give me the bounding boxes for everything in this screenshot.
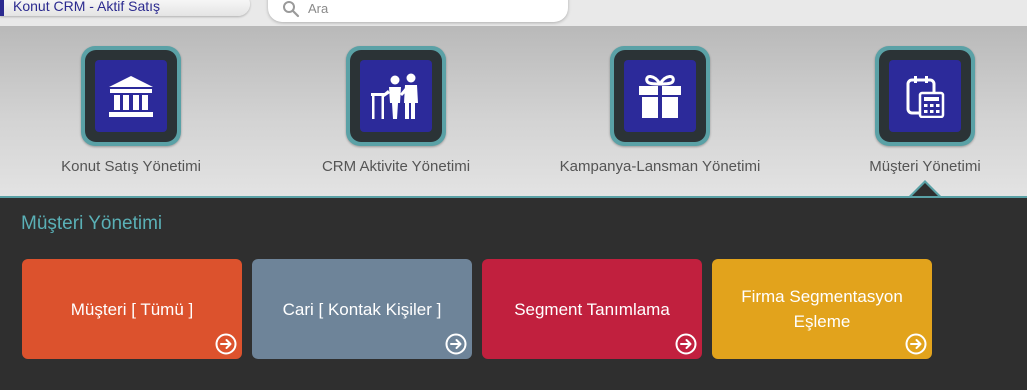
breadcrumb[interactable]: Konut CRM - Aktif Satış <box>0 0 250 16</box>
module-launcher: Konut Satış Yönetimi CRM Aktivite Yöneti… <box>0 26 1027 196</box>
card-label: Firma Segmentasyon Eşleme <box>741 287 903 331</box>
arrow-right-circle-icon[interactable] <box>215 333 237 355</box>
module-tile[interactable] <box>346 46 446 146</box>
module-tile[interactable] <box>610 46 710 146</box>
calculator-calendar-icon <box>906 76 945 118</box>
gift-box-icon <box>639 75 681 118</box>
arrow-right-circle-icon[interactable] <box>905 333 927 355</box>
bank-building-icon <box>109 76 153 117</box>
card-label: Müşteri [ Tümü ] <box>70 299 194 319</box>
module-konut-satis[interactable]: Konut Satış Yönetimi <box>1 46 261 186</box>
people-meeting-icon <box>371 73 418 119</box>
module-label: Müşteri Yönetimi <box>869 158 981 175</box>
submenu-panel: Müşteri Yönetimi Müşteri [ Tümü ] Cari [… <box>0 196 1027 390</box>
card-label: Segment Tanımlama <box>514 299 670 319</box>
card-label: Cari [ Kontak Kişiler ] <box>282 299 442 319</box>
module-kampanya-lansman[interactable]: Kampanya-Lansman Yönetimi <box>530 46 790 186</box>
panel-title: Müşteri Yönetimi <box>21 213 163 234</box>
search-input[interactable] <box>308 0 548 16</box>
module-musteri-yonetimi[interactable]: Müşteri Yönetimi <box>795 46 1027 186</box>
search-box[interactable] <box>268 0 568 22</box>
module-label: CRM Aktivite Yönetimi <box>321 158 471 175</box>
arrow-right-circle-icon[interactable] <box>445 333 467 355</box>
module-tile[interactable] <box>81 46 181 146</box>
arrow-right-circle-icon[interactable] <box>675 333 697 355</box>
card-segment-tanimlama[interactable]: Segment Tanımlama <box>482 259 702 359</box>
top-bar: Konut CRM - Aktif Satış <box>0 0 1027 26</box>
card-cari-kontak[interactable]: Cari [ Kontak Kişiler ] <box>252 259 472 359</box>
module-label: Konut Satış Yönetimi <box>61 158 201 175</box>
module-label: Kampanya-Lansman Yönetimi <box>559 158 761 175</box>
module-crm-aktivite[interactable]: CRM Aktivite Yönetimi <box>266 46 526 186</box>
card-musteri-tumu[interactable]: Müşteri [ Tümü ] <box>22 259 242 359</box>
breadcrumb-accent <box>0 0 4 16</box>
card-firma-segmentasyon[interactable]: Firma Segmentasyon Eşleme <box>712 259 932 359</box>
app-title: Konut CRM - Aktif Satış <box>13 0 161 14</box>
module-tile[interactable] <box>875 46 975 146</box>
search-icon <box>283 1 300 18</box>
